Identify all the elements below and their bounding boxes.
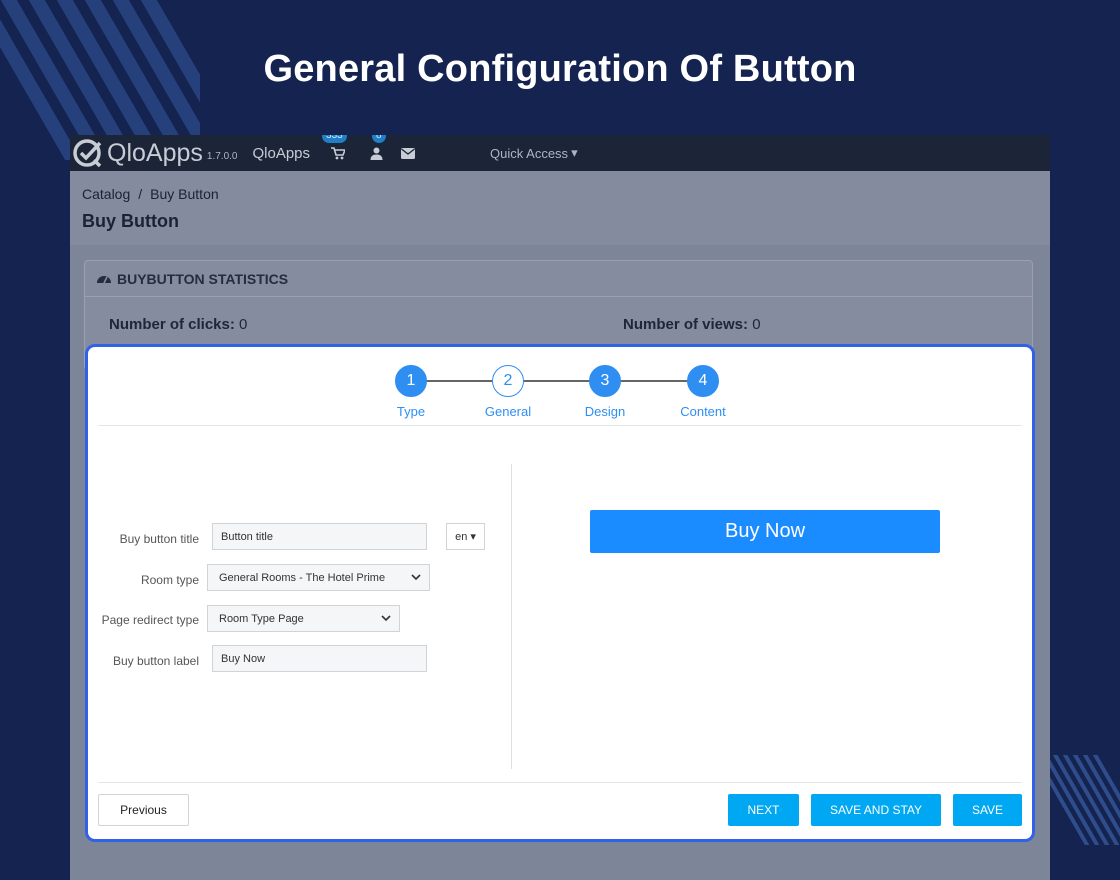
divider	[98, 782, 1022, 783]
room-type-value: General Rooms - The Hotel Prime	[219, 571, 386, 584]
redirect-type-value: Room Type Page	[219, 612, 304, 625]
stats-panel-header: BUYBUTTON STATISTICS	[85, 261, 1032, 297]
dashboard-gauge-icon	[96, 271, 112, 287]
step-label: Content	[680, 404, 726, 419]
breadcrumb: Catalog / Buy Button	[82, 186, 219, 202]
step-number: 3	[589, 365, 621, 397]
title-field-label: Buy button title	[119, 532, 199, 546]
step-general[interactable]: 2 General	[458, 365, 558, 419]
logo[interactable]: QloApps 1.7.0.0	[72, 136, 237, 170]
button-label-input[interactable]: Buy Now	[212, 645, 427, 672]
button-label-label: Buy button label	[112, 654, 199, 668]
language-selector[interactable]: en ▾	[446, 523, 485, 550]
decorative-stripes-corner	[1050, 755, 1120, 845]
button-title-input[interactable]: Button title	[212, 523, 427, 550]
redirect-type-select[interactable]: Room Type Page	[207, 605, 400, 632]
column-divider	[511, 464, 512, 769]
orders-cart-icon[interactable]: 333	[322, 135, 348, 163]
room-type-select[interactable]: General Rooms - The Hotel Prime	[207, 564, 430, 591]
step-type[interactable]: 1 Type	[361, 365, 461, 419]
chevron-down-icon	[381, 613, 391, 625]
views-value: 0	[752, 316, 761, 333]
customers-user-icon[interactable]: 8	[366, 135, 386, 163]
clicks-value: 0	[239, 316, 248, 333]
views-stat: Number of views: 0	[623, 316, 761, 333]
step-label: General	[484, 404, 532, 419]
redirect-type-label: Page redirect type	[101, 613, 199, 627]
wizard-stepper: 1 Type 2 General 3 Design 4 Content	[88, 365, 1032, 425]
room-type-label: Room type	[140, 573, 199, 587]
save-button[interactable]: SAVE	[953, 794, 1022, 826]
breadcrumb-current: Buy Button	[150, 186, 219, 202]
language-value: en	[455, 530, 468, 543]
logo-text: QloApps	[107, 138, 203, 167]
stats-title: BUYBUTTON STATISTICS	[117, 270, 289, 287]
quick-access-label: Quick Access	[490, 145, 569, 161]
step-number: 2	[492, 365, 524, 397]
quick-access-dropdown[interactable]: Quick Access ▾	[490, 145, 578, 161]
previous-button[interactable]: Previous	[98, 794, 189, 826]
messages-envelope-icon[interactable]	[398, 143, 418, 163]
page-title: Buy Button	[82, 211, 179, 231]
top-navbar: QloApps 1.7.0.0 QloApps 333 8 Quick Acce…	[70, 135, 1050, 171]
step-label: Design	[584, 404, 626, 419]
caret-down-icon: ▾	[571, 145, 578, 160]
next-button[interactable]: NEXT	[728, 794, 799, 826]
step-number: 1	[395, 365, 427, 397]
step-content[interactable]: 4 Content	[653, 365, 753, 419]
chevron-down-icon	[411, 572, 421, 584]
headline: General Configuration Of Button	[263, 48, 857, 90]
step-design[interactable]: 3 Design	[555, 365, 655, 419]
save-and-stay-button[interactable]: SAVE AND STAY	[811, 794, 941, 826]
customers-badge: 8	[372, 135, 386, 143]
step-label: Type	[396, 404, 426, 419]
buy-button-wizard-modal: 1 Type 2 General 3 Design 4 Content Buy …	[85, 344, 1035, 842]
clicks-stat: Number of clicks: 0	[109, 316, 247, 333]
caret-down-icon: ▾	[470, 531, 476, 543]
orders-badge: 333	[322, 135, 347, 143]
step-number: 4	[687, 365, 719, 397]
clicks-label: Number of clicks:	[109, 316, 235, 333]
views-label: Number of views:	[623, 316, 749, 333]
breadcrumb-separator: /	[138, 186, 143, 202]
divider	[98, 425, 1022, 426]
shop-name-link[interactable]: QloApps	[252, 145, 310, 162]
version-label: 1.7.0.0	[206, 150, 238, 162]
buy-now-preview-button[interactable]: Buy Now	[590, 510, 940, 553]
breadcrumb-catalog[interactable]: Catalog	[82, 186, 130, 202]
qloapps-logo-icon	[72, 136, 106, 170]
